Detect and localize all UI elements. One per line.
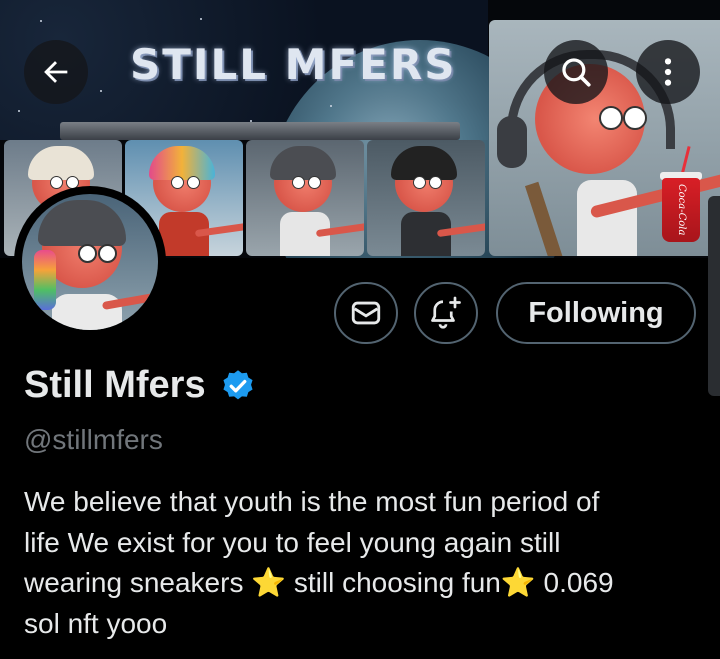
search-icon xyxy=(562,58,591,87)
star-dot xyxy=(100,90,102,92)
soda-cup-logo: Coca-Cola xyxy=(662,178,700,242)
avatar-image xyxy=(22,194,158,330)
bell-plus-icon xyxy=(431,296,461,329)
star-dot xyxy=(330,105,332,107)
more-options-button[interactable] xyxy=(636,40,700,104)
more-vertical-icon xyxy=(664,58,672,86)
profile-handle: @stillmfers xyxy=(24,424,163,455)
back-button[interactable] xyxy=(24,40,88,104)
following-label: Following xyxy=(528,296,664,329)
profile-name-row: Still Mfers xyxy=(24,364,256,407)
spaceship-image xyxy=(60,122,460,140)
following-button[interactable]: Following xyxy=(496,282,696,344)
profile-bio: We believe that youth is the most fun pe… xyxy=(24,486,614,639)
star-dot xyxy=(200,18,202,20)
message-button[interactable] xyxy=(334,282,398,344)
search-button[interactable] xyxy=(544,40,608,104)
star-dot xyxy=(40,20,42,22)
scrollbar-handle[interactable] xyxy=(708,196,720,396)
envelope-icon xyxy=(351,301,381,325)
star-dot xyxy=(18,110,20,112)
nft-tile xyxy=(246,140,364,256)
avatar[interactable] xyxy=(14,186,166,338)
display-name: Still Mfers xyxy=(24,364,206,406)
verified-badge-icon[interactable] xyxy=(220,368,256,404)
nft-tile xyxy=(367,140,485,256)
banner-title: STILL MFERS xyxy=(130,40,457,89)
arrow-left-icon xyxy=(44,61,68,83)
notifications-button[interactable] xyxy=(414,282,478,344)
